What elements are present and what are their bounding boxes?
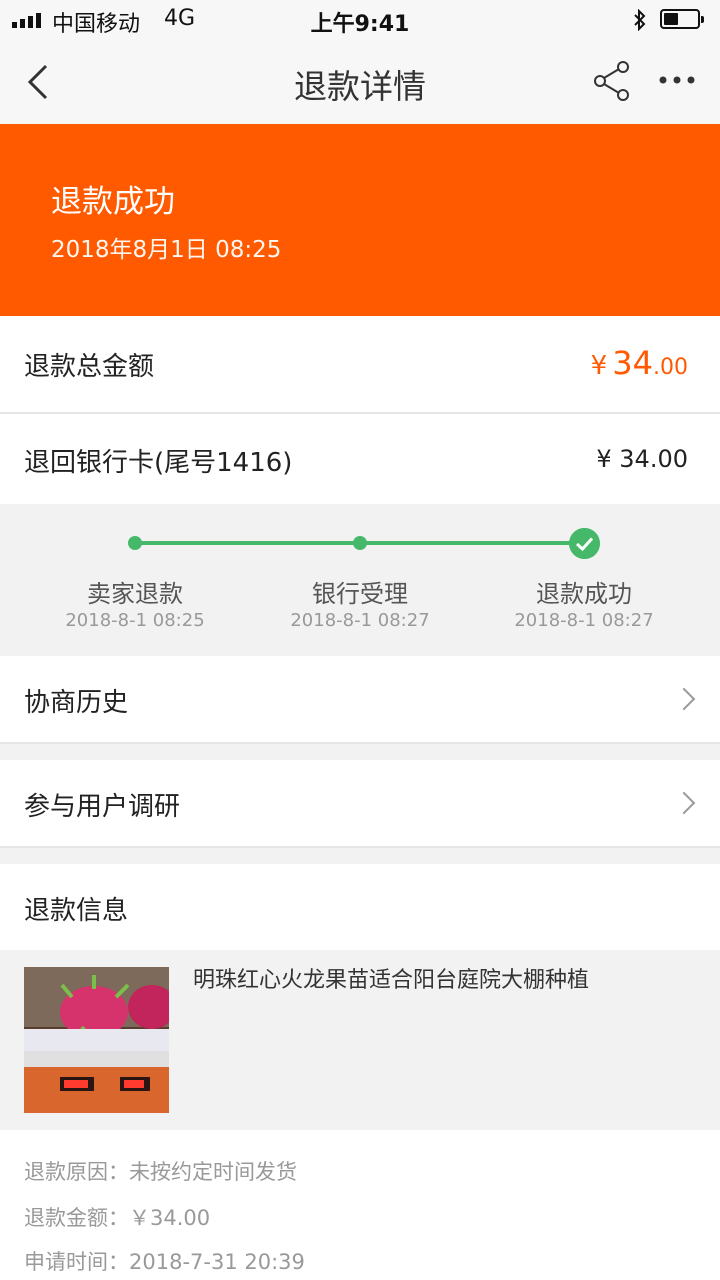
refund-reason: 退款原因：未按约定时间发货: [24, 1160, 297, 1184]
step-time: 2018-8-1 08:27: [514, 610, 654, 631]
chevron-right-icon: [672, 687, 696, 711]
divider: [0, 742, 720, 744]
more-icon[interactable]: [658, 74, 698, 86]
chevron-right-icon: [672, 791, 696, 815]
refund-total-row: 退款总金额 ¥ 34.00: [0, 316, 720, 412]
step-label: 银行受理: [312, 580, 408, 608]
refund-card-label: 退回银行卡(尾号1416): [24, 448, 293, 478]
refund-status-time: 2018年8月1日 08:25: [51, 237, 282, 263]
product-thumbnail[interactable]: [24, 967, 169, 1113]
refund-progress: 卖家退款 2018-8-1 08:25 银行受理 2018-8-1 08:27 …: [0, 504, 720, 656]
user-survey-link[interactable]: 参与用户调研: [0, 760, 720, 846]
step-label: 卖家退款: [87, 580, 183, 608]
share-icon[interactable]: [592, 60, 632, 102]
product-item[interactable]: 明珠红心火龙果苗适合阳台庭院大棚种植: [0, 950, 720, 1130]
divider: [0, 846, 720, 848]
amount-decimal: .00: [653, 355, 688, 380]
clock: 上午9:41: [310, 12, 410, 37]
refund-amount: 退款金额：￥34.00: [24, 1206, 211, 1230]
step-dot: [128, 536, 142, 550]
apply-time: 申请时间：2018-7-31 20:39: [24, 1250, 305, 1274]
step-dot: [353, 536, 367, 550]
status-bar: 中国移动 4G 上午9:41: [0, 0, 720, 40]
refund-card-row: 退回银行卡(尾号1416) ¥ 34.00: [0, 414, 720, 504]
nav-bar: 退款详情: [0, 40, 720, 124]
refund-info-header: 退款信息: [0, 864, 720, 950]
refund-status-title: 退款成功: [51, 184, 175, 220]
step-label: 退款成功: [536, 580, 632, 608]
refund-status-banner: 退款成功 2018年8月1日 08:25: [0, 124, 720, 316]
step-time: 2018-8-1 08:25: [65, 610, 205, 631]
refund-total-amount: ¥ 34.00: [591, 344, 688, 382]
amount-integer: 34: [612, 344, 653, 382]
refund-total-label: 退款总金额: [24, 352, 155, 382]
user-survey-label: 参与用户调研: [24, 792, 181, 822]
negotiation-history-link[interactable]: 协商历史: [0, 656, 720, 742]
bluetooth-icon: [634, 9, 646, 31]
currency-symbol: ¥: [590, 351, 608, 381]
refund-details: 退款原因：未按约定时间发货 退款金额：￥34.00 申请时间：2018-7-31…: [0, 1130, 720, 1280]
refund-card-amount: ¥ 34.00: [596, 445, 688, 473]
check-icon: [569, 528, 600, 559]
step-time: 2018-8-1 08:27: [290, 610, 430, 631]
product-title: 明珠红心火龙果苗适合阳台庭院大棚种植: [193, 968, 590, 993]
battery-icon: [660, 9, 704, 29]
refund-info-title: 退款信息: [24, 896, 129, 926]
negotiation-history-label: 协商历史: [24, 688, 129, 718]
